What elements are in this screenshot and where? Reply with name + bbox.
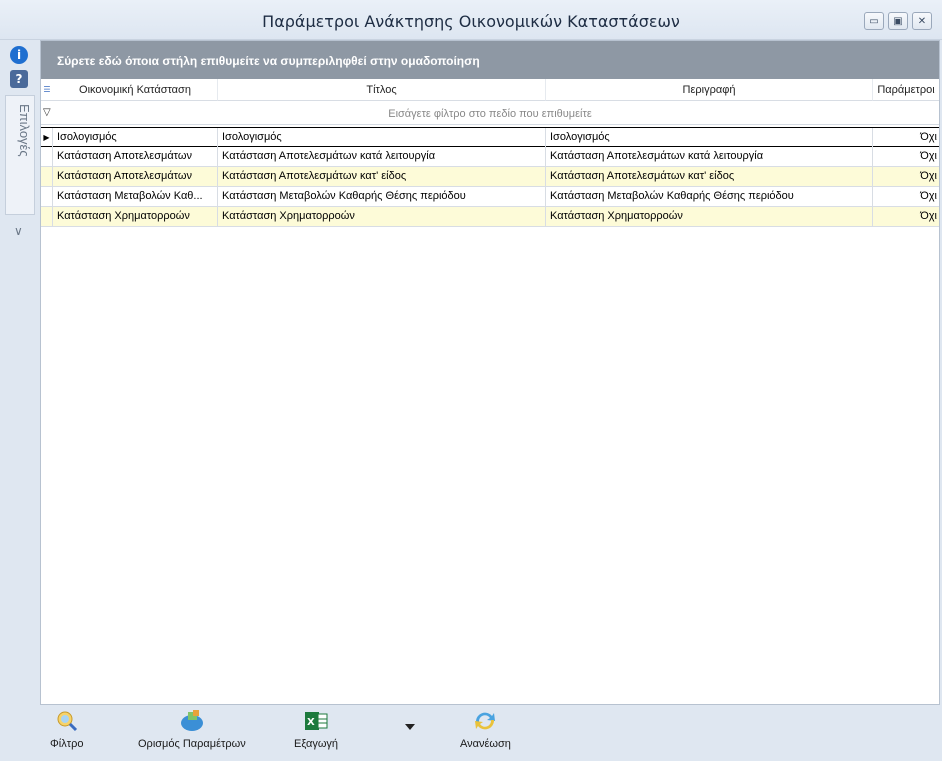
current-row-icon: ▶ [41, 128, 53, 148]
parameters-icon [179, 710, 205, 732]
column-header-statement[interactable]: Οικονομική Κατάσταση [53, 79, 218, 101]
app-window: Παράμετροι Ανάκτησης Οικονομικών Καταστά… [0, 0, 942, 761]
help-icon[interactable]: ? [10, 70, 28, 88]
filter-placeholder: Εισάγετε φίλτρο στο πεδίο που επιθυμείτε [388, 108, 592, 120]
bottom-toolbar: Φίλτρο Ορισμός Παραμέτρων X Εξαγωγή Αναν… [40, 706, 940, 761]
row-selector[interactable] [41, 167, 53, 187]
cell-statement[interactable]: Κατάσταση Αποτελεσμάτων [53, 167, 218, 187]
refresh-label: Ανανέωση [460, 738, 511, 750]
group-by-panel[interactable]: Σύρετε εδώ όποια στήλη επιθυμείτε να συμ… [41, 41, 939, 79]
grid-rows: ▶ Ισολογισμός Ισολογισμός Ισολογισμός Όχ… [41, 127, 939, 227]
refresh-icon [472, 710, 498, 732]
cell-statement[interactable]: Κατάσταση Μεταβολών Καθ... [53, 187, 218, 207]
row-selector[interactable] [41, 187, 53, 207]
column-chooser-icon[interactable]: ☰ [41, 79, 53, 101]
cell-parameters[interactable]: Όχι [873, 167, 939, 187]
window-title: Παράμετροι Ανάκτησης Οικονομικών Καταστά… [262, 12, 680, 31]
refresh-button[interactable]: Ανανέωση [460, 710, 511, 750]
define-parameters-button[interactable]: Ορισμός Παραμέτρων [138, 710, 246, 750]
cell-description[interactable]: Κατάσταση Αποτελεσμάτων κατά λειτουργία [546, 147, 873, 167]
define-parameters-label: Ορισμός Παραμέτρων [138, 738, 246, 750]
title-bar: Παράμετροι Ανάκτησης Οικονομικών Καταστά… [0, 0, 942, 40]
cell-title[interactable]: Κατάσταση Χρηματορροών [218, 207, 546, 227]
cell-description[interactable]: Κατάσταση Μεταβολών Καθαρής Θέσης περιόδ… [546, 187, 873, 207]
filter-label: Φίλτρο [50, 738, 84, 750]
export-dropdown-icon[interactable] [405, 724, 415, 730]
left-sidebar: i ? Επιλογές ∨ [0, 40, 40, 761]
table-row[interactable]: ▶ Ισολογισμός Ισολογισμός Ισολογισμός Όχ… [41, 127, 939, 148]
filter-button[interactable]: Φίλτρο [50, 710, 83, 750]
cell-statement[interactable]: Κατάσταση Αποτελεσμάτων [53, 147, 218, 167]
cell-parameters[interactable]: Όχι [873, 147, 939, 167]
maximize-button[interactable]: ▣ [888, 12, 908, 30]
cell-statement[interactable]: Ισολογισμός [53, 128, 218, 148]
group-by-hint: Σύρετε εδώ όποια στήλη επιθυμείτε να συμ… [57, 54, 480, 68]
options-label: Επιλογές [17, 104, 32, 157]
row-selector[interactable] [41, 207, 53, 227]
column-header-description[interactable]: Περιγραφή [546, 79, 873, 101]
column-header-title[interactable]: Τίτλος [218, 79, 546, 101]
cell-parameters[interactable]: Όχι [873, 207, 939, 227]
filter-row[interactable]: ▽ Εισάγετε φίλτρο στο πεδίο που επιθυμεί… [41, 102, 939, 125]
cell-description[interactable]: Κατάσταση Αποτελεσμάτων κατ' είδος [546, 167, 873, 187]
export-label: Εξαγωγή [294, 738, 339, 750]
export-button[interactable]: X Εξαγωγή [294, 710, 338, 750]
column-header-parameters[interactable]: Παράμετροι [873, 79, 939, 101]
cell-parameters[interactable]: Όχι [873, 128, 939, 148]
table-row[interactable]: Κατάσταση Αποτελεσμάτων Κατάσταση Αποτελ… [41, 167, 939, 187]
window-controls: ▭ ▣ ✕ [864, 12, 932, 30]
table-row[interactable]: Κατάσταση Αποτελεσμάτων Κατάσταση Αποτελ… [41, 147, 939, 167]
cell-statement[interactable]: Κατάσταση Χρηματορροών [53, 207, 218, 227]
table-row[interactable]: Κατάσταση Χρηματορροών Κατάσταση Χρηματο… [41, 207, 939, 227]
table-row[interactable]: Κατάσταση Μεταβολών Καθ... Κατάσταση Μετ… [41, 187, 939, 207]
funnel-icon [54, 710, 80, 732]
cell-title[interactable]: Κατάσταση Αποτελεσμάτων κατά λειτουργία [218, 147, 546, 167]
data-grid: Σύρετε εδώ όποια στήλη επιθυμείτε να συμ… [40, 40, 940, 705]
cell-description[interactable]: Κατάσταση Χρηματορροών [546, 207, 873, 227]
excel-icon: X [303, 710, 329, 732]
cell-parameters[interactable]: Όχι [873, 187, 939, 207]
cell-description[interactable]: Ισολογισμός [546, 128, 873, 148]
cell-title[interactable]: Κατάσταση Μεταβολών Καθαρής Θέσης περιόδ… [218, 187, 546, 207]
close-button[interactable]: ✕ [912, 12, 932, 30]
cell-title[interactable]: Ισολογισμός [218, 128, 546, 148]
minimize-button[interactable]: ▭ [864, 12, 884, 30]
chevron-down-icon[interactable]: ∨ [14, 224, 23, 238]
svg-text:X: X [307, 717, 315, 728]
cell-title[interactable]: Κατάσταση Αποτελεσμάτων κατ' είδος [218, 167, 546, 187]
info-icon[interactable]: i [10, 46, 28, 64]
options-tab[interactable]: Επιλογές ∨ [5, 95, 35, 238]
row-selector[interactable] [41, 147, 53, 167]
